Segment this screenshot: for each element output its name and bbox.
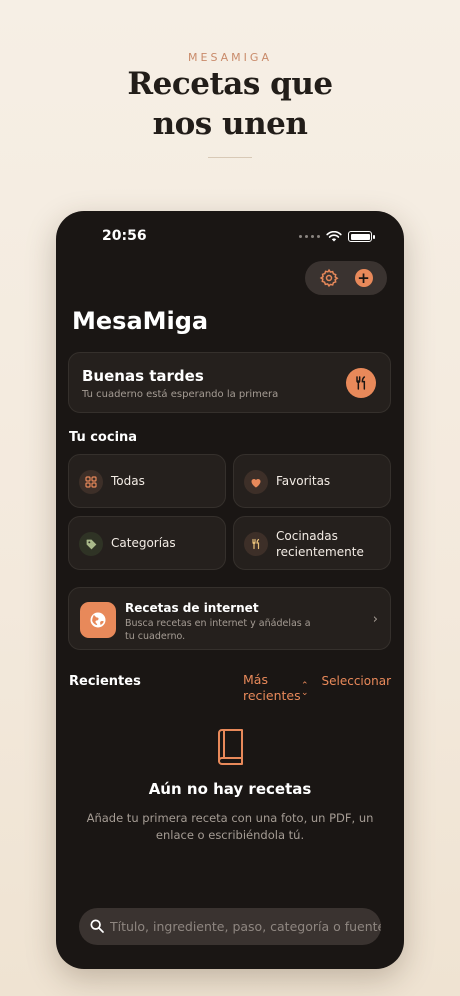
headline: Recetas que nos unen [0, 64, 460, 144]
tag-icon [79, 532, 103, 556]
status-time: 20:56 [102, 228, 147, 244]
battery-icon [348, 231, 375, 242]
tile-favorites[interactable]: Favoritas [233, 454, 391, 508]
tile-label: Categorías [111, 536, 176, 550]
tile-recently-cooked[interactable]: Cocinadas recientemente [233, 516, 391, 570]
select-button[interactable]: Seleccionar [322, 674, 391, 688]
chevron-right-icon: › [372, 612, 378, 627]
app-title: MesaMiga [72, 307, 209, 335]
utensils-icon [244, 532, 268, 556]
empty-state-subtitle: Añade tu primera receta con una foto, un… [86, 811, 374, 842]
grid-icon [79, 470, 103, 494]
greeting-card: Buenas tardes Tu cuaderno está esperando… [68, 352, 391, 413]
add-recipe-button[interactable]: + [352, 266, 376, 290]
search-input[interactable] [110, 908, 381, 945]
status-icons [299, 231, 375, 242]
heart-icon [244, 470, 268, 494]
tile-label: Favoritas [276, 474, 331, 488]
brand-label: MESAMIGA [188, 51, 272, 64]
tile-label: Todas [111, 474, 145, 488]
empty-state-title: Aún no hay recetas [148, 780, 312, 798]
headline-line-2: nos unen [152, 106, 308, 142]
sort-label-line-1: Más [243, 672, 268, 687]
search-bar [79, 908, 381, 945]
signal-icon [299, 235, 320, 238]
sort-button[interactable]: Más recientes [243, 672, 301, 704]
wifi-icon [326, 231, 342, 242]
section-label-recent: Recientes [69, 674, 141, 689]
plus-icon: + [354, 269, 373, 287]
internet-title: Recetas de internet [125, 601, 259, 615]
internet-recipes-row[interactable]: Recetas de internet Busca recetas en int… [68, 587, 391, 650]
sort-label-line-2: recientes [243, 688, 301, 703]
chevron-updown-icon: ⌃ ⌄ [301, 681, 309, 698]
divider [208, 157, 252, 158]
tile-categories[interactable]: Categorías [68, 516, 226, 570]
section-label-kitchen: Tu cocina [69, 430, 138, 445]
globe-icon [80, 602, 116, 638]
tile-all[interactable]: Todas [68, 454, 226, 508]
greeting-title: Buenas tardes [82, 367, 204, 385]
settings-button[interactable] [317, 266, 341, 290]
tile-label: Cocinadas recientemente [276, 529, 364, 559]
headline-line-1: Recetas que [127, 66, 333, 102]
toolbar-pill: + [305, 261, 387, 295]
phone-screen: 20:56 + MesaMiga Buenas tardes Tu cuader… [56, 211, 404, 969]
search-icon [90, 919, 104, 933]
greeting-subtitle: Tu cuaderno está esperando la primera [82, 389, 279, 400]
internet-subtitle: Busca recetas en internet y añádelas a t… [125, 618, 311, 642]
book-icon [218, 729, 243, 765]
gear-icon [319, 268, 339, 288]
fork-knife-icon [346, 368, 376, 398]
